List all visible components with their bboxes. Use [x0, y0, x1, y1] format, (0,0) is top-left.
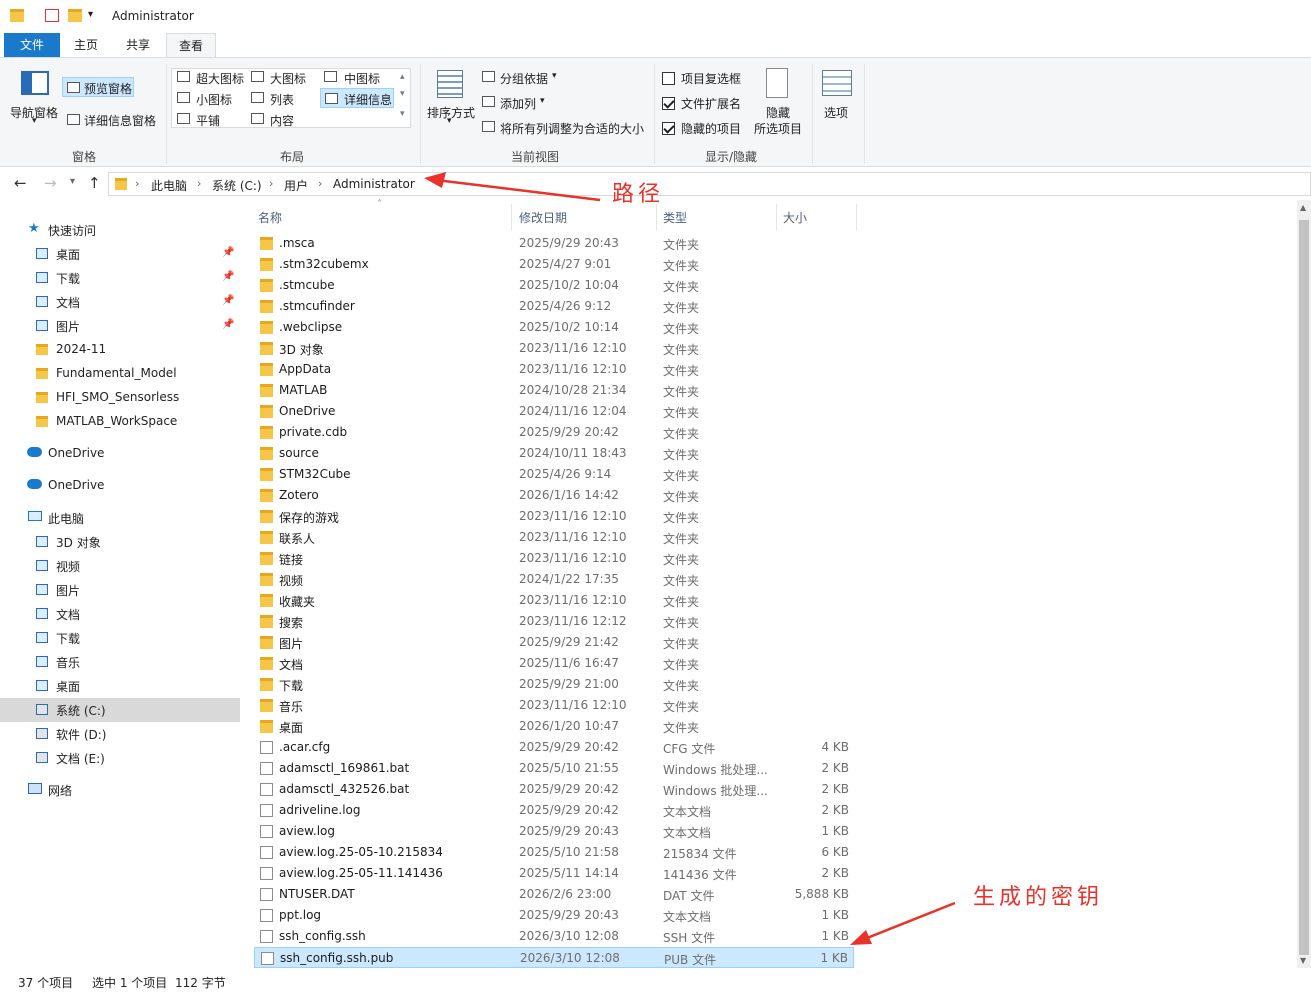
path-arrow-line: [435, 178, 601, 202]
path-arrow-head: [424, 172, 446, 188]
key-arrow-head: [850, 930, 872, 945]
annotation-arrows: [424, 172, 956, 945]
key-arrow-line: [861, 901, 956, 942]
annotation-key-label: 生成的密钥: [973, 885, 1104, 910]
annotation-path-label: 路径: [612, 182, 665, 207]
